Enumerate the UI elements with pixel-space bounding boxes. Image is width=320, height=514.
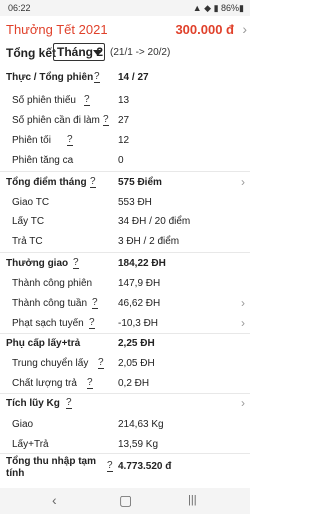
system-nav-bar: ‹ ▢ |||	[0, 488, 250, 514]
row-label: Tích lũy Kg	[6, 398, 60, 409]
recents-icon[interactable]: |||	[188, 494, 197, 506]
help-icon[interactable]: ?	[90, 177, 96, 188]
row-label: Tổng điểm tháng	[6, 177, 87, 188]
bonus-amount: 300.000 đ	[175, 22, 234, 37]
row-label: Phiên tối	[12, 135, 51, 146]
bonus-title: Thưởng Tết 2021	[6, 22, 108, 37]
divider	[0, 171, 250, 172]
row-value: 46,62 ĐH	[118, 298, 161, 309]
help-icon[interactable]: ?	[107, 461, 113, 472]
row-label: Thành công tuần	[12, 298, 88, 309]
dropdown-arrow-icon	[93, 50, 101, 55]
row-label: Thưởng giao	[6, 258, 69, 269]
status-bar: 06:22 ▲ ◆ ▮ 86%▮	[0, 0, 250, 16]
help-icon[interactable]: ?	[66, 398, 72, 409]
help-icon[interactable]: ?	[98, 358, 104, 369]
row-value: 27	[118, 115, 130, 126]
row-label: Tổng thu nhập tạm tính	[6, 456, 96, 479]
help-icon[interactable]: ?	[84, 95, 90, 106]
row-label: Số phiên thiếu	[12, 95, 76, 106]
status-time: 06:22	[8, 3, 31, 13]
row-label: Thực / Tổng phiên	[6, 72, 94, 83]
row-label: Lấy TC	[12, 216, 45, 227]
help-icon[interactable]: ?	[67, 135, 73, 146]
row-value: 13,59 Kg	[118, 439, 159, 450]
chevron-right-icon: ›	[241, 296, 245, 310]
row-value: 0,2 ĐH	[118, 378, 150, 389]
summary-bar: Tổng kết Tháng 2 (21/1 -> 20/2)	[0, 42, 250, 64]
row-label: Phạt sạch tuyến	[12, 318, 84, 329]
date-range: (21/1 -> 20/2)	[110, 47, 171, 58]
row-value: 12	[118, 135, 130, 146]
row-label: Giao TC	[12, 197, 50, 208]
help-icon[interactable]: ?	[73, 258, 79, 269]
help-icon[interactable]: ?	[92, 298, 98, 309]
row-value: 575 Điểm	[118, 177, 162, 188]
home-icon[interactable]: ▢	[119, 492, 132, 509]
row-label: Giao	[12, 419, 34, 430]
row-value: 214,63 Kg	[118, 419, 164, 430]
row-value: 3 ĐH / 2 điểm	[118, 236, 180, 247]
row-label: Trung chuyển lấy	[12, 358, 89, 369]
month-select[interactable]: Tháng 2	[53, 43, 105, 61]
row-label: Phiên tăng ca	[12, 155, 74, 166]
status-icons: ▲ ◆ ▮ 86%▮	[192, 3, 244, 13]
summary-label: Tổng kết	[6, 46, 56, 60]
row-label: Lấy+Trả	[12, 439, 49, 450]
row-value: 14 / 27	[118, 72, 149, 83]
row-value: 2,25 ĐH	[118, 338, 155, 349]
chevron-right-icon: ›	[241, 316, 245, 330]
row-value: 147,9 ĐH	[118, 278, 161, 289]
row-value: 4.773.520 đ	[118, 461, 172, 472]
row-value: 13	[118, 95, 130, 106]
row-value: 0	[118, 155, 124, 166]
row-label: Số phiên cần đi làm	[12, 115, 100, 126]
bonus-header[interactable]: Thưởng Tết 2021 300.000 đ ›	[0, 16, 250, 42]
row-value: 184,22 ĐH	[118, 258, 166, 269]
divider	[0, 333, 250, 334]
row-label: Phụ cấp lấy+trả	[6, 338, 81, 349]
row-label: Trả TC	[12, 236, 43, 247]
chevron-right-icon: ›	[241, 175, 245, 189]
row-value: 553 ĐH	[118, 197, 152, 208]
row-value: 2,05 ĐH	[118, 358, 155, 369]
chevron-right-icon: ›	[242, 21, 247, 37]
row-label: Thành công phiên	[12, 278, 93, 289]
help-icon[interactable]: ?	[94, 72, 100, 83]
row-label: Chất lượng trả	[12, 378, 77, 389]
chevron-right-icon: ›	[241, 396, 245, 410]
help-icon[interactable]: ?	[103, 115, 109, 126]
divider	[0, 393, 250, 394]
help-icon[interactable]: ?	[87, 378, 93, 389]
divider	[0, 252, 250, 253]
help-icon[interactable]: ?	[89, 318, 95, 329]
row-value: -10,3 ĐH	[118, 318, 159, 329]
back-icon[interactable]: ‹	[52, 492, 57, 508]
divider	[0, 453, 250, 454]
row-value: 34 ĐH / 20 điểm	[118, 216, 191, 227]
